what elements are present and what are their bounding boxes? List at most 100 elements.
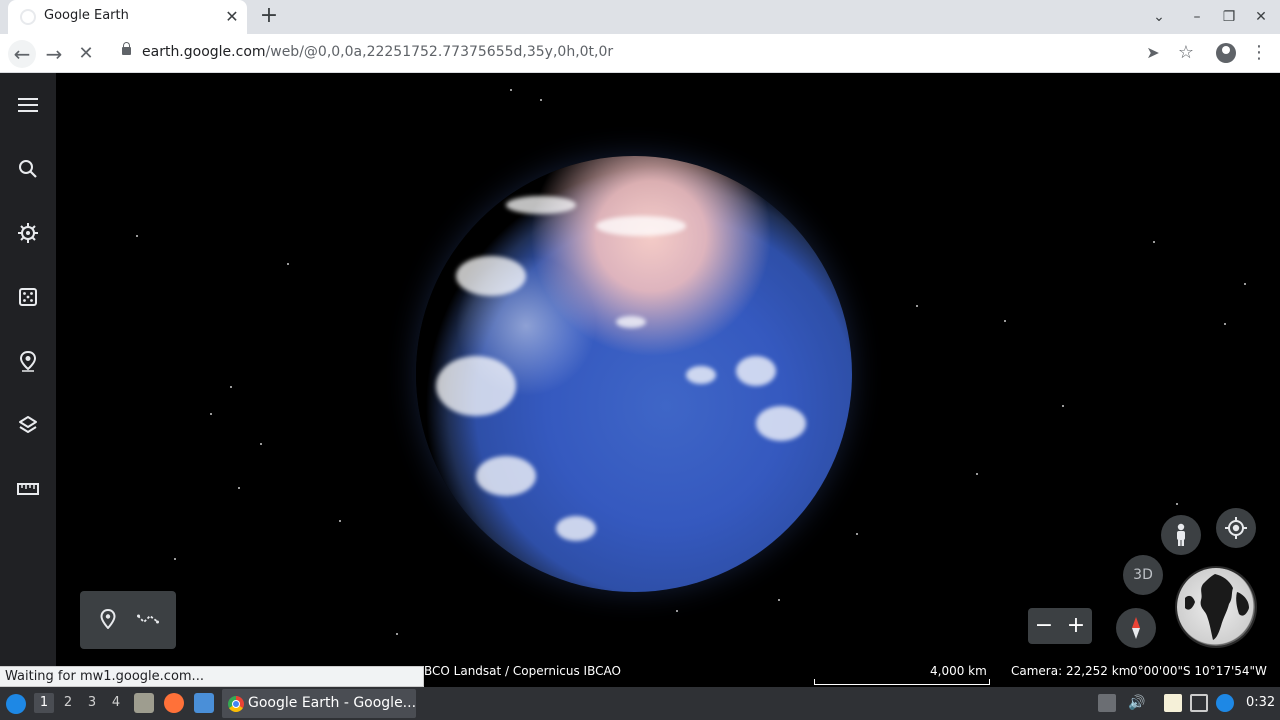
globe-icon[interactable] <box>1177 568 1255 646</box>
terminal-icon[interactable] <box>194 693 214 713</box>
close-window-button[interactable]: ✕ <box>1250 6 1272 28</box>
tab-search-icon[interactable]: ⌄ <box>1148 6 1170 28</box>
stop-loading-button[interactable]: ✕ <box>72 40 100 68</box>
lock-icon <box>122 42 131 55</box>
browser-status-bubble: Waiting for mw1.google.com... <box>0 666 424 687</box>
tab-google-earth[interactable]: Google Earth ✕ <box>8 0 247 34</box>
star <box>1153 241 1155 243</box>
profile-avatar[interactable] <box>1216 43 1236 63</box>
star <box>1224 323 1226 325</box>
earth-viewport: 3D − + <box>0 73 1280 687</box>
workspace-1[interactable]: 1 <box>34 693 54 713</box>
forward-button[interactable]: → <box>40 40 68 68</box>
space-background[interactable]: 3D − + <box>56 73 1280 687</box>
zoom-in-icon[interactable]: + <box>1062 612 1090 640</box>
start-menu-icon[interactable] <box>6 694 26 714</box>
cloud <box>556 516 596 541</box>
scale-bar <box>814 679 990 685</box>
volume-icon[interactable]: 🔊 <box>1128 694 1146 712</box>
cloud <box>456 256 526 296</box>
star <box>1176 503 1178 505</box>
back-button[interactable]: ← <box>8 40 36 68</box>
address-bar[interactable]: earth.google.com/web/@0,0,0a,22251752.77… <box>110 38 1208 68</box>
cloud <box>476 456 536 496</box>
url-text[interactable]: earth.google.com/web/@0,0,0a,22251752.77… <box>142 44 613 60</box>
network-icon[interactable] <box>1190 694 1208 712</box>
compass-icon[interactable] <box>1116 608 1156 648</box>
cloud <box>436 356 516 416</box>
draw-path-icon[interactable] <box>134 605 162 633</box>
star <box>540 99 542 101</box>
menu-kebab-icon[interactable]: ⋮ <box>1245 39 1273 67</box>
bookmark-star-icon[interactable]: ☆ <box>1172 39 1200 67</box>
taskbar-chrome-window[interactable]: Google Earth - Google... <box>222 689 416 718</box>
workspace-2[interactable]: 2 <box>58 695 78 710</box>
file-manager-icon[interactable] <box>134 693 154 713</box>
browser-toolbar: ← → ✕ earth.google.com/web/@0,0,0a,22251… <box>0 34 1280 73</box>
restore-button[interactable]: ❐ <box>1218 6 1240 28</box>
star <box>1004 320 1006 322</box>
task-label: Google Earth - Google... <box>248 695 417 711</box>
cloud <box>756 406 806 441</box>
star <box>778 599 780 601</box>
projects-icon[interactable] <box>12 345 44 377</box>
clipboard-icon[interactable] <box>1164 694 1182 712</box>
cloud <box>686 366 716 384</box>
pegman-icon[interactable] <box>1161 515 1201 555</box>
star <box>238 487 240 489</box>
minimize-button[interactable]: – <box>1186 6 1208 28</box>
cursor-coordinates: 0°00'00"S 10°17'54"W <box>1130 664 1267 678</box>
tray-updates-icon[interactable] <box>1098 694 1116 712</box>
imagery-attribution: BCO Landsat / Copernicus IBCAO <box>424 664 621 678</box>
cloud <box>736 356 776 386</box>
share-icon[interactable]: ➤ <box>1139 39 1167 67</box>
star <box>916 305 918 307</box>
my-location-icon[interactable] <box>1216 508 1256 548</box>
new-tab-button[interactable]: + <box>257 5 281 29</box>
earth-sidebar <box>0 73 56 687</box>
cloud <box>506 196 576 214</box>
voyager-icon[interactable] <box>12 217 44 249</box>
star <box>1244 283 1246 285</box>
star <box>1062 405 1064 407</box>
add-placemark-icon[interactable] <box>94 605 122 633</box>
menu-icon[interactable] <box>12 89 44 121</box>
star <box>676 610 678 612</box>
measure-icon[interactable] <box>12 473 44 505</box>
camera-altitude: Camera: 22,252 km <box>1011 664 1131 678</box>
tab-close-icon[interactable]: ✕ <box>222 7 242 27</box>
scale-label: 4,000 km <box>930 664 987 678</box>
star <box>339 520 341 522</box>
browser-tab-bar: Google Earth ✕ + ⌄ – ❐ ✕ <box>0 0 1280 34</box>
star <box>287 263 289 265</box>
url-path: /web/@0,0,0a,22251752.77375655d,35y,0h,0… <box>265 44 614 60</box>
star <box>174 558 176 560</box>
zoom-out-icon[interactable]: − <box>1030 612 1058 640</box>
tab-title: Google Earth <box>44 8 129 23</box>
feeling-lucky-icon[interactable] <box>12 281 44 313</box>
view-mode-3d-button[interactable]: 3D <box>1123 555 1163 595</box>
search-icon[interactable] <box>12 153 44 185</box>
star <box>136 235 138 237</box>
cloud <box>616 316 646 328</box>
url-host: earth.google.com <box>142 44 266 60</box>
clock: 0:32 <box>1246 695 1276 710</box>
loading-favicon-icon <box>20 9 36 25</box>
workspace-4[interactable]: 4 <box>106 695 126 710</box>
firefox-icon[interactable] <box>164 693 184 713</box>
star <box>856 533 858 535</box>
star <box>976 473 978 475</box>
map-tools-card <box>80 591 176 649</box>
workspace-3[interactable]: 3 <box>82 695 102 710</box>
star <box>396 633 398 635</box>
view-mode-label: 3D <box>1133 567 1153 583</box>
star <box>210 413 212 415</box>
earth-globe[interactable] <box>416 156 852 592</box>
zoom-controls: − + <box>1028 608 1092 644</box>
cloud <box>596 216 686 236</box>
map-style-icon[interactable] <box>12 409 44 441</box>
star <box>260 443 262 445</box>
notification-icon[interactable] <box>1216 694 1234 712</box>
os-taskbar: 1 2 3 4 Google Earth - Google... 🔊 0:32 <box>0 687 1280 720</box>
chrome-icon <box>228 696 244 712</box>
